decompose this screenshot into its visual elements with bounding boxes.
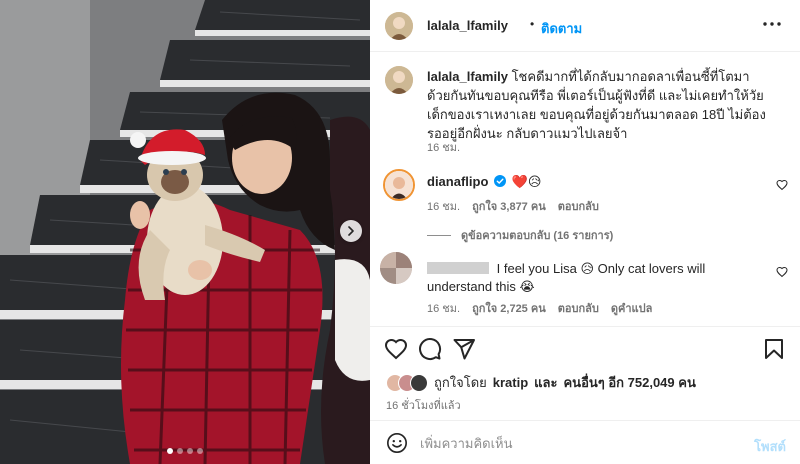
comment-likes[interactable]: ถูกใจ 2,725 คน bbox=[472, 299, 546, 317]
post-actions bbox=[370, 326, 800, 366]
caption-username[interactable]: lalala_lfamily bbox=[427, 69, 508, 84]
caption-time: 16 ชม. bbox=[427, 142, 461, 154]
follow-button[interactable]: ติดตาม bbox=[541, 18, 582, 39]
comment-meta: 16 ชม. ถูกใจ 2,725 คน ตอบกลับ ดูคำแปล bbox=[427, 299, 652, 317]
comment-meta: 16 ชม. ถูกใจ 3,877 คน ตอบกลับ bbox=[427, 197, 599, 215]
post-caption: lalala_lfamily โชคดีมากที่ได้กลับมากอดลา… bbox=[427, 67, 772, 143]
photo-illustration bbox=[0, 0, 370, 464]
share-icon[interactable] bbox=[452, 337, 476, 361]
likes-summary: ถูกใจโดย kratip และ คนอื่นๆ อีก 752,049 … bbox=[386, 372, 696, 393]
comment-like-icon[interactable] bbox=[776, 266, 788, 278]
post-detail-panel: lalala_lfamily • ติดตาม lalala_lfamily โ… bbox=[370, 0, 800, 464]
carousel-indicator bbox=[0, 448, 370, 454]
author-username[interactable]: lalala_lfamily bbox=[427, 18, 508, 33]
commenter-avatar[interactable] bbox=[380, 252, 412, 284]
caption-avatar-image bbox=[385, 66, 413, 94]
comment-icon[interactable] bbox=[418, 337, 442, 361]
carousel-dot bbox=[177, 448, 183, 454]
comment-text: ❤️😥 bbox=[511, 174, 542, 189]
comment-time: 16 ชม. bbox=[427, 303, 461, 315]
post-comment-button[interactable]: โพสต์ bbox=[754, 436, 786, 457]
view-replies-button[interactable]: ดูข้อความตอบกลับ (16 รายการ) bbox=[427, 226, 613, 244]
likes-others[interactable]: คนอื่นๆ อีก 752,049 คน bbox=[563, 372, 695, 393]
translate-button[interactable]: ดูคำแปล bbox=[611, 299, 653, 317]
heart-icon[interactable] bbox=[384, 337, 408, 361]
redacted-username bbox=[427, 262, 489, 274]
likes-user[interactable]: kratip bbox=[493, 375, 528, 390]
reply-button[interactable]: ตอบกลับ bbox=[558, 299, 599, 317]
header-separator: • bbox=[530, 17, 535, 31]
carousel-dot bbox=[197, 448, 203, 454]
comment-box: โพสต์ bbox=[370, 420, 800, 464]
more-options-button[interactable] bbox=[760, 12, 784, 36]
commenter-avatar[interactable] bbox=[383, 169, 415, 201]
post-header: lalala_lfamily • ติดตาม bbox=[370, 0, 800, 52]
comment-like-icon[interactable] bbox=[776, 179, 788, 191]
author-avatar[interactable] bbox=[385, 12, 413, 40]
post-photo bbox=[0, 0, 370, 464]
carousel-dot bbox=[187, 448, 193, 454]
caption-author-avatar[interactable] bbox=[385, 66, 413, 94]
comment-likes[interactable]: ถูกใจ 3,877 คน bbox=[472, 197, 546, 215]
comment-time: 16 ชม. bbox=[427, 201, 461, 213]
commenter-avatar-image bbox=[380, 252, 412, 284]
chevron-right-icon bbox=[348, 226, 354, 236]
reply-button[interactable]: ตอบกลับ bbox=[558, 197, 599, 215]
comment-username[interactable]: dianaflipo bbox=[427, 174, 488, 189]
comment-item: I feel you Lisa 😥 Only cat lovers will u… bbox=[427, 260, 767, 296]
commenter-avatar-image bbox=[385, 171, 413, 199]
comment-item: dianaflipo ❤️😥 bbox=[427, 173, 767, 191]
carousel-dot bbox=[167, 448, 173, 454]
view-replies-label: ดูข้อความตอบกลับ (16 รายการ) bbox=[461, 230, 614, 242]
liker-avatars bbox=[386, 373, 428, 392]
comment-input[interactable] bbox=[420, 431, 720, 455]
more-horizontal-icon bbox=[763, 22, 781, 26]
bookmark-icon[interactable] bbox=[762, 337, 786, 361]
liker-avatar bbox=[410, 373, 428, 392]
carousel-next-button[interactable] bbox=[340, 220, 362, 242]
likes-prefix: ถูกใจโดย bbox=[434, 375, 487, 390]
author-avatar-image bbox=[385, 12, 413, 40]
emoji-icon[interactable] bbox=[386, 432, 408, 454]
verified-badge-icon bbox=[494, 175, 507, 187]
posted-time: 16 ชั่วโมงที่แล้ว bbox=[386, 400, 461, 412]
replies-divider bbox=[427, 234, 451, 236]
likes-middle: และ bbox=[534, 375, 558, 390]
